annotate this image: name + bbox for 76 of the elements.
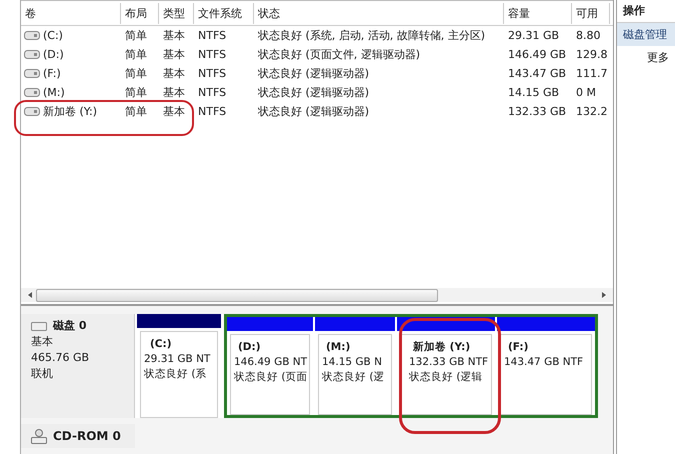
disk-type: 基本	[31, 334, 54, 350]
partition-block[interactable]: (C:) 29.31 GB NT 状态良好 (系	[137, 314, 221, 418]
partition-name: (M:)	[325, 340, 350, 355]
partition-name: (F:)	[507, 340, 528, 355]
partition-size: 29.31 GB NT	[144, 352, 210, 367]
table-cell: 29.31 GB	[508, 29, 560, 42]
drive-icon	[24, 31, 40, 40]
partition-block[interactable]: (F:) 143.47 GB NTF	[497, 317, 595, 415]
partition-name: (C:)	[149, 337, 172, 352]
disk-name: 磁盘 0	[53, 318, 86, 334]
drive-icon	[24, 88, 40, 97]
partition-status: 状态良好 (页面	[234, 370, 308, 385]
partition-size: 14.15 GB N	[322, 355, 382, 370]
table-cell: 111.7	[576, 67, 608, 80]
table-cell: (D:)	[43, 48, 64, 61]
disk-name: CD-ROM 0	[53, 429, 121, 443]
partition-status: 状态良好 (系	[144, 367, 206, 382]
table-cell: 132.2	[576, 105, 608, 118]
partition-status: 状态良好 (逻	[322, 370, 384, 385]
table-cell: 简单	[125, 28, 147, 43]
column-header[interactable]: 布局	[121, 2, 159, 24]
table-cell: NTFS	[198, 67, 226, 80]
column-header[interactable]: 类型	[159, 2, 194, 24]
table-cell: (F:)	[43, 67, 61, 80]
table-cell: 简单	[125, 104, 147, 119]
table-cell: 8.80	[576, 29, 600, 42]
table-cell: (C:)	[43, 29, 63, 42]
table-cell: NTFS	[198, 86, 226, 99]
table-cell: (M:)	[43, 86, 65, 99]
table-cell: 状态良好 (逻辑驱动器)	[258, 104, 370, 119]
table-cell: 状态良好 (逻辑驱动器)	[258, 85, 370, 100]
horizontal-scrollbar[interactable]	[21, 288, 613, 302]
partition-block[interactable]: (D:) 146.49 GB NT 状态良好 (页面	[227, 317, 313, 415]
partition-size: 146.49 GB NT	[234, 355, 308, 370]
table-cell: 基本	[163, 28, 185, 43]
table-cell: 14.15 GB	[508, 86, 560, 99]
table-cell: 状态良好 (系统, 启动, 活动, 故障转储, 主分区)	[258, 28, 486, 43]
partition-size: 132.33 GB NTF	[409, 355, 488, 370]
partition-status: 状态良好 (逻辑	[409, 370, 482, 385]
table-cell: 基本	[163, 85, 185, 100]
scrollbar-thumb[interactable]	[36, 288, 438, 302]
table-cell: 简单	[125, 66, 147, 81]
column-header[interactable]: 卷	[21, 2, 121, 24]
table-cell: NTFS	[198, 105, 226, 118]
partition-name: (D:)	[237, 340, 261, 355]
table-cell: 146.49 GB	[508, 48, 566, 61]
action-item[interactable]: 更多	[617, 46, 675, 69]
action-item[interactable]: 磁盘管理	[617, 23, 675, 46]
table-cell: 简单	[125, 47, 147, 62]
table-cell: 基本	[163, 47, 185, 62]
table-cell: 状态良好 (逻辑驱动器)	[258, 66, 370, 81]
partition-block[interactable]: 新加卷 (Y:) 132.33 GB NTF 状态良好 (逻辑	[397, 317, 495, 415]
drive-icon	[24, 107, 40, 116]
table-cell: 基本	[163, 66, 185, 81]
table-cell: 0 M	[576, 86, 596, 99]
table-cell: 基本	[163, 104, 185, 119]
table-cell: 129.8	[576, 48, 608, 61]
table-cell: 简单	[125, 85, 147, 100]
column-header[interactable]: 状态	[254, 2, 504, 24]
cd-drive-icon	[31, 428, 47, 444]
table-cell: NTFS	[198, 29, 226, 42]
column-header[interactable]: 可用	[572, 2, 610, 24]
column-header[interactable]: 容量	[504, 2, 572, 24]
column-header[interactable]: 文件系统	[194, 2, 254, 24]
table-cell: 新加卷 (Y:)	[43, 104, 98, 119]
partition-size: 143.47 GB NTF	[504, 355, 584, 370]
table-cell: 状态良好 (页面文件, 逻辑驱动器)	[258, 47, 420, 62]
drive-icon	[24, 50, 40, 59]
table-cell: 143.47 GB	[508, 67, 566, 80]
partition-name: 新加卷 (Y:)	[412, 340, 470, 355]
table-cell: NTFS	[198, 48, 226, 61]
table-cell: 132.33 GB	[508, 105, 566, 118]
partition-block[interactable]: (M:) 14.15 GB N 状态良好 (逻	[315, 317, 395, 415]
drive-icon	[24, 69, 40, 78]
disk-status: 联机	[31, 366, 54, 382]
disk-size: 465.76 GB	[31, 350, 90, 366]
